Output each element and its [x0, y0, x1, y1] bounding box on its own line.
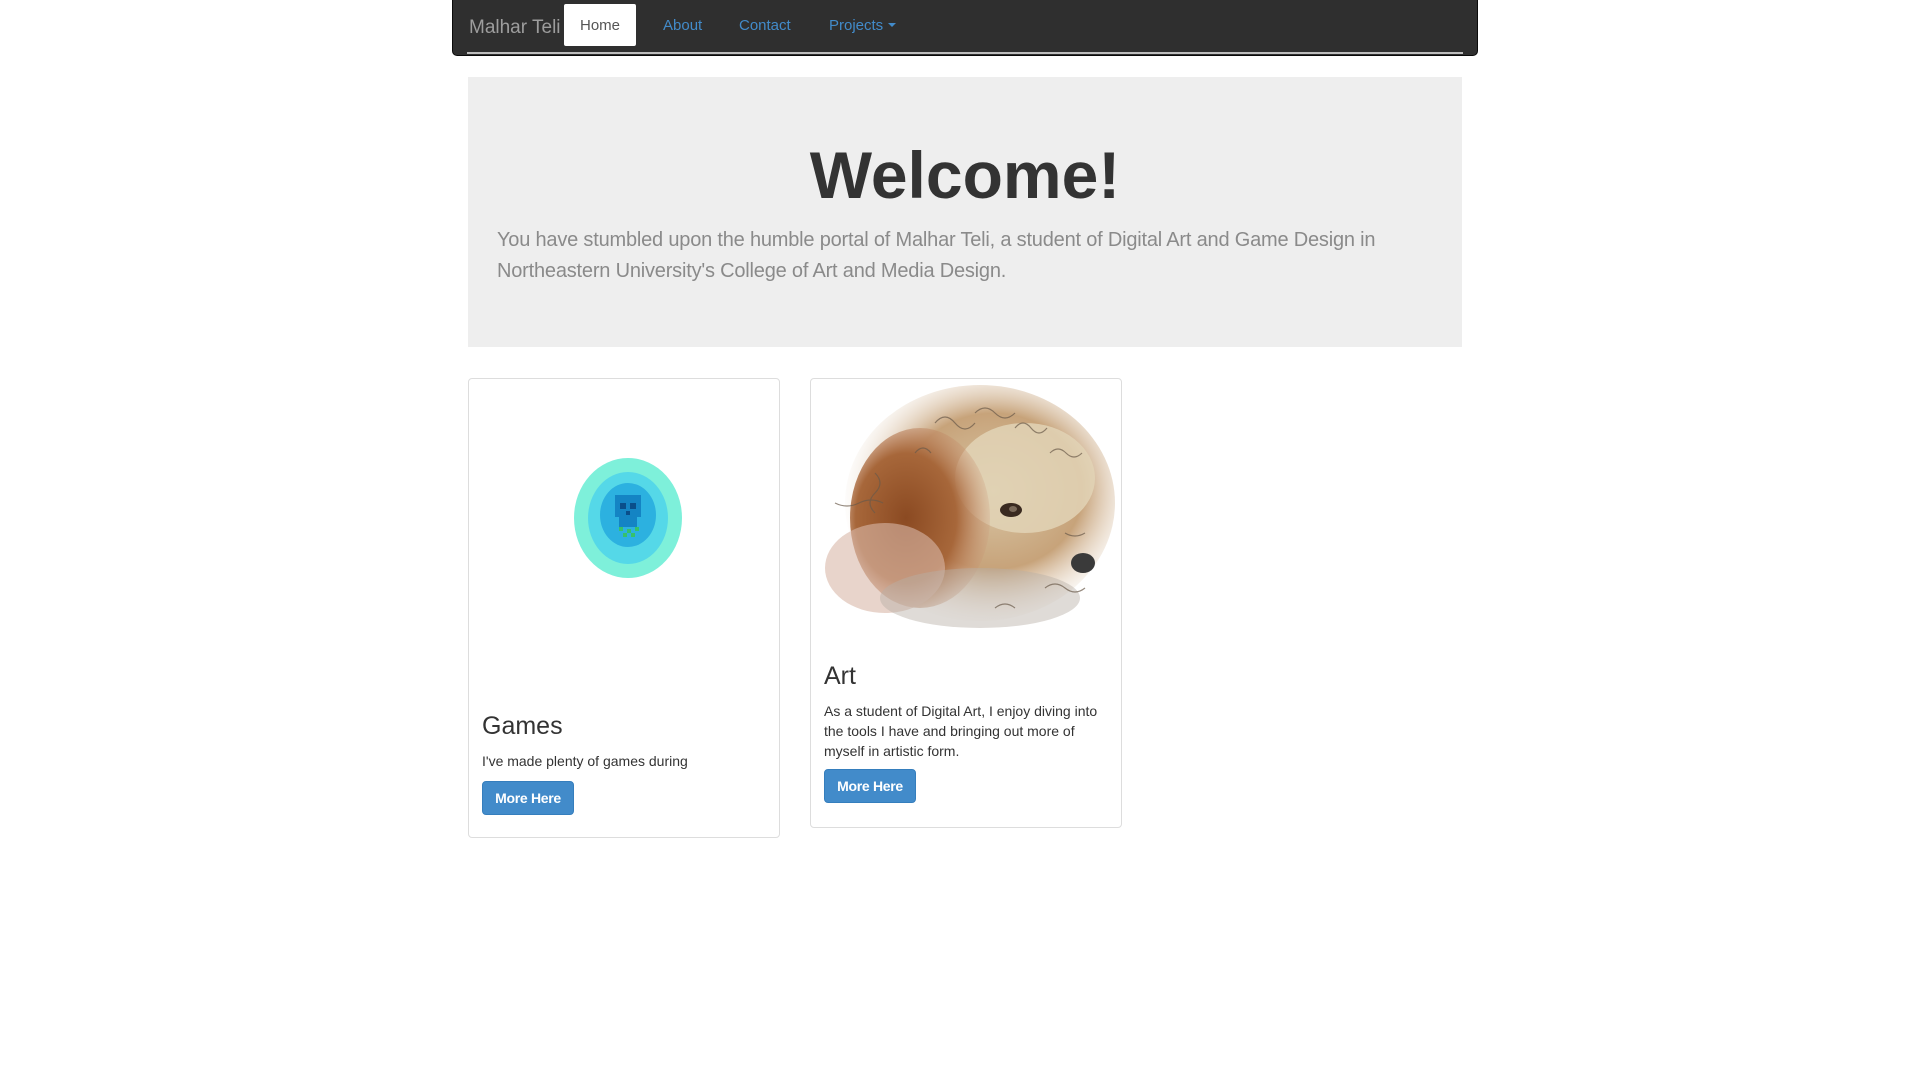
- games-card-title: Games: [482, 712, 563, 740]
- art-card-text: As a student of Digital Art, I enjoy div…: [824, 703, 1098, 759]
- navbar-divider: [467, 52, 1463, 54]
- welcome-jumbotron: Welcome! You have stumbled upon the humb…: [468, 77, 1462, 347]
- games-card-text: I've made plenty of games during: [482, 753, 688, 769]
- nav-home[interactable]: Home: [564, 4, 637, 46]
- dog-sketch-image: [815, 383, 1117, 637]
- welcome-heading: Welcome!: [809, 138, 1121, 212]
- art-card: Art As a student of Digital Art, I enjoy…: [810, 378, 1122, 828]
- navbar-brand[interactable]: Malhar Teli: [469, 17, 561, 39]
- nav-projects-dropdown[interactable]: Projects: [813, 4, 912, 46]
- art-more-button[interactable]: More Here: [824, 769, 916, 803]
- games-card: Games I've made plenty of games during M…: [468, 378, 780, 838]
- nav-about[interactable]: About: [647, 4, 718, 46]
- caret-down-icon: [888, 23, 897, 27]
- nav-home-label: Home: [580, 16, 621, 34]
- top-navbar: Malhar Teli Home About Contact Projects: [452, 0, 1478, 56]
- nav-projects-label: Projects: [829, 16, 884, 34]
- nav-contact[interactable]: Contact: [723, 4, 807, 46]
- nav-contact-label: Contact: [739, 16, 791, 34]
- welcome-text: You have stumbled upon the humble portal…: [497, 229, 1376, 282]
- art-card-title: Art: [824, 662, 856, 690]
- pixel-skull-icon: [574, 458, 682, 578]
- games-more-button[interactable]: More Here: [482, 781, 574, 815]
- nav-about-label: About: [663, 16, 703, 34]
